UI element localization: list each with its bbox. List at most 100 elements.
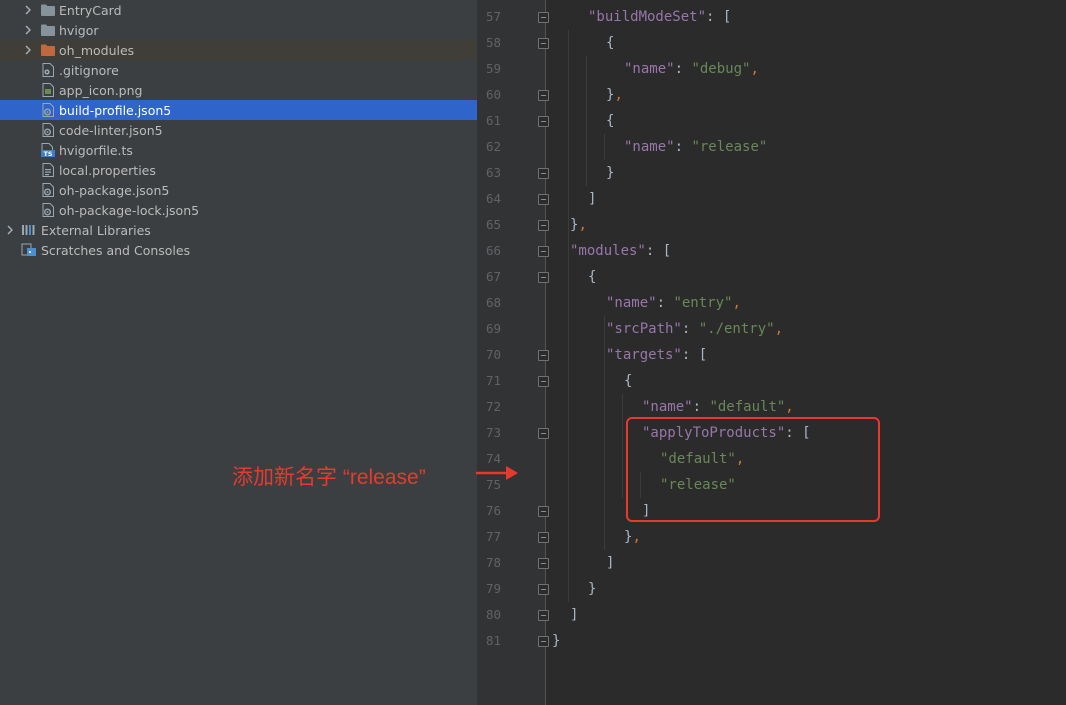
- fold-marker-icon[interactable]: [538, 636, 549, 647]
- code-line[interactable]: }: [588, 576, 596, 602]
- fold-marker-icon[interactable]: [538, 116, 549, 127]
- code-line[interactable]: "buildModeSet": [: [588, 4, 731, 30]
- line-number: 78: [485, 555, 501, 570]
- json-punctuation: ,: [785, 399, 794, 415]
- code-line[interactable]: {: [588, 264, 596, 290]
- json-punctuation: {: [606, 113, 615, 129]
- json5-file-icon: [40, 182, 56, 198]
- fold-marker-icon[interactable]: [538, 194, 549, 205]
- indent-guide: [604, 134, 605, 160]
- code-line[interactable]: {: [606, 30, 614, 56]
- line-number: 77: [485, 529, 501, 544]
- code-line[interactable]: },: [570, 212, 587, 238]
- json-key: "name": [624, 139, 675, 155]
- line-number: 70: [485, 347, 501, 362]
- fold-marker-icon[interactable]: [538, 610, 549, 621]
- json-key: "name": [624, 61, 675, 77]
- tree-item[interactable]: External Libraries: [0, 220, 477, 240]
- fold-marker-icon[interactable]: [538, 90, 549, 101]
- fold-marker-icon[interactable]: [538, 246, 549, 257]
- indent-guide: [568, 30, 569, 602]
- tree-item[interactable]: oh-package.json5: [0, 180, 477, 200]
- editor-gutter: 57 58 59 60 61 62 63 64 65 66 67 68 69 70 71 72 73 74 75 76…: [477, 0, 545, 705]
- fold-marker-icon[interactable]: [538, 428, 549, 439]
- annotation-arrow-icon: [476, 466, 518, 480]
- fold-marker-icon[interactable]: [538, 350, 549, 361]
- code-line[interactable]: },: [606, 82, 623, 108]
- tree-item-label: oh-package-lock.json5: [59, 202, 200, 218]
- tree-item[interactable]: local.properties: [0, 160, 477, 180]
- code-line[interactable]: "name": "debug",: [624, 56, 759, 82]
- json-punctuation: : [: [645, 243, 672, 259]
- fold-marker-icon[interactable]: [538, 220, 549, 231]
- fold-marker-icon[interactable]: [538, 532, 549, 543]
- line-number: 67: [485, 269, 501, 284]
- code-line[interactable]: },: [624, 524, 641, 550]
- code-line[interactable]: }: [552, 628, 560, 654]
- tree-item[interactable]: .gitignore: [0, 60, 477, 80]
- indent-guide: [586, 56, 587, 186]
- tree-item[interactable]: oh_modules: [0, 40, 477, 60]
- code-line[interactable]: {: [606, 108, 614, 134]
- chevron-right-icon[interactable]: [22, 40, 34, 60]
- project-tree-panel: EntryCard hvigor oh_modules .gitignore app_i…: [0, 0, 477, 705]
- tree-item-label: .gitignore: [59, 62, 119, 78]
- chevron-right-icon[interactable]: [4, 220, 16, 240]
- fold-marker-icon[interactable]: [538, 272, 549, 283]
- fold-marker-icon[interactable]: [538, 38, 549, 49]
- code-line[interactable]: "modules": [: [570, 238, 671, 264]
- code-editor[interactable]: 57 58 59 60 61 62 63 64 65 66 67 68 69 70 71 72 73 74 75 76…: [477, 0, 1066, 705]
- tree-item[interactable]: EntryCard: [0, 0, 477, 20]
- line-number: 59: [485, 61, 501, 76]
- tree-item[interactable]: code-linter.json5: [0, 120, 477, 140]
- json-punctuation: :: [674, 61, 692, 77]
- chevron-right-icon[interactable]: [22, 20, 34, 40]
- tree-item[interactable]: Scratches and Consoles: [0, 240, 477, 260]
- fold-marker-icon[interactable]: [538, 376, 549, 387]
- json-punctuation: : [: [681, 347, 708, 363]
- tree-item[interactable]: TS hvigorfile.ts: [0, 140, 477, 160]
- code-line[interactable]: "name": "release": [624, 134, 767, 160]
- tree-item[interactable]: app_icon.png: [0, 80, 477, 100]
- properties-file-icon: [40, 162, 56, 178]
- tree-item-label: app_icon.png: [59, 82, 143, 98]
- code-line[interactable]: }: [606, 160, 614, 186]
- json-string: "release": [691, 139, 768, 155]
- json-punctuation: :: [656, 295, 674, 311]
- code-line[interactable]: ]: [570, 602, 578, 628]
- line-number: 71: [485, 373, 501, 388]
- tree-item[interactable]: hvigor: [0, 20, 477, 40]
- code-line[interactable]: "name": "entry",: [606, 290, 741, 316]
- code-line[interactable]: "targets": [: [606, 342, 707, 368]
- tree-item-label: local.properties: [59, 162, 156, 178]
- code-line[interactable]: "srcPath": "./entry",: [606, 316, 783, 342]
- json-string: "default": [709, 399, 786, 415]
- json-punctuation: :: [674, 139, 692, 155]
- fold-marker-icon[interactable]: [538, 584, 549, 595]
- json-punctuation: : [: [706, 9, 732, 25]
- line-number: 81: [485, 633, 501, 648]
- tree-item-label: Scratches and Consoles: [41, 242, 191, 258]
- json5-file-icon: [40, 122, 56, 138]
- chevron-right-icon[interactable]: [22, 0, 34, 20]
- code-line[interactable]: ]: [606, 550, 614, 576]
- typescript-file-icon: TS: [40, 142, 56, 158]
- fold-marker-icon[interactable]: [538, 12, 549, 23]
- tree-item[interactable]: oh-package-lock.json5: [0, 200, 477, 220]
- line-number: 72: [485, 399, 501, 414]
- fold-marker-icon[interactable]: [538, 558, 549, 569]
- json-punctuation: ,: [578, 217, 587, 233]
- fold-marker-icon[interactable]: [538, 506, 549, 517]
- fold-marker-icon[interactable]: [538, 168, 549, 179]
- json-punctuation: {: [624, 373, 633, 389]
- json-punctuation: ]: [606, 555, 615, 571]
- tree-item[interactable]: build-profile.json5: [0, 100, 477, 120]
- indent-guide: [604, 316, 605, 550]
- annotation-label: 添加新名字 “release”: [232, 466, 426, 489]
- code-line[interactable]: {: [624, 368, 632, 394]
- library-icon: [21, 222, 37, 238]
- json-key: "modules": [570, 243, 646, 259]
- code-line[interactable]: ]: [588, 186, 596, 212]
- line-number: 64: [485, 191, 501, 206]
- json-punctuation: ,: [750, 61, 759, 77]
